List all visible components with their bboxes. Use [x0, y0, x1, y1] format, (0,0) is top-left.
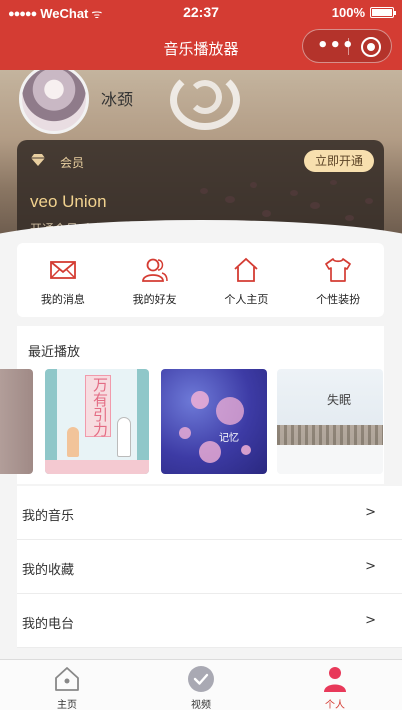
tab-profile[interactable]: 个人	[268, 660, 402, 710]
tab-label: 个人	[325, 700, 345, 710]
cover-figure-boy	[117, 417, 131, 457]
open-vip-button[interactable]: 立即开通	[304, 150, 374, 172]
mini-program-capsule: •••	[302, 29, 392, 63]
cover-figure-girl	[67, 427, 79, 457]
close-program-icon[interactable]	[361, 37, 381, 57]
home-icon	[234, 257, 258, 282]
tab-label: 视频	[191, 700, 211, 710]
chevron-right-icon: >	[365, 505, 376, 520]
recent-covers: 万有引力 记忆 失眠	[0, 369, 402, 475]
status-right: 100%	[331, 5, 396, 20]
nav-bar: 音乐播放器 •••	[0, 26, 402, 70]
action-personal-theme[interactable]: 个性装扮	[292, 243, 384, 317]
chevron-right-icon: >	[365, 613, 376, 628]
battery-icon	[370, 7, 396, 18]
action-label: 个性装扮	[316, 293, 361, 306]
battery-fill	[372, 9, 392, 16]
profile-banner: 冰颈 会员 立即开通 veo Union 开通会员听歌，撸代码	[0, 70, 402, 240]
cover-title: 失眠	[327, 393, 352, 407]
album-cover-wanyouyinli[interactable]: 万有引力	[45, 369, 149, 474]
bubble-decoration	[216, 397, 244, 425]
vip-label: 会员	[60, 156, 85, 170]
tab-bar: 主页 视频 个人	[0, 659, 402, 710]
chevron-right-icon: >	[365, 559, 376, 574]
cover-floor	[45, 460, 149, 474]
tshirt-icon	[325, 258, 351, 282]
action-personal-home[interactable]: 个人主页	[201, 243, 293, 317]
cover-treeline	[277, 425, 383, 445]
bubble-decoration	[199, 441, 221, 463]
person-icon	[324, 667, 346, 692]
friends-icon	[141, 258, 168, 282]
envelope-icon	[49, 261, 76, 279]
tab-home[interactable]: 主页	[0, 660, 134, 710]
cover-window-right	[137, 369, 149, 474]
capsule-divider	[348, 38, 349, 55]
bubble-decoration	[241, 445, 251, 455]
vip-title: veo Union	[30, 192, 107, 211]
menu-item-my-music[interactable]: 我的音乐 >	[17, 486, 402, 540]
quick-actions: 我的消息 我的好友 个人主页 个性装扮	[17, 243, 384, 317]
banner-swirl-decoration-inner	[188, 80, 222, 114]
menu-label: 我的电台	[22, 617, 75, 632]
bubble-decoration	[191, 391, 209, 409]
diamond-icon	[31, 154, 45, 166]
menu-label: 我的收藏	[22, 563, 75, 578]
avatar[interactable]	[19, 70, 89, 134]
menu-label: 我的音乐	[22, 509, 75, 524]
cover-window-left	[45, 369, 57, 474]
album-cover-bubbles[interactable]: 记忆	[161, 369, 267, 474]
menu-item-my-favorites[interactable]: 我的收藏 >	[17, 540, 402, 594]
cover-snow-ground	[277, 445, 383, 474]
username: 冰颈	[101, 90, 134, 109]
status-bar: ●●●●● WeChat ᯤ 22:37 100%	[0, 0, 402, 26]
action-label: 个人主页	[224, 293, 269, 306]
action-label: 我的消息	[40, 293, 85, 306]
check-circle-icon	[188, 666, 214, 692]
action-label: 我的好友	[132, 293, 177, 306]
page: ●●●●● WeChat ᯤ 22:37 100% 音乐播放器 ••• 冰颈 会…	[0, 0, 402, 710]
tab-video[interactable]: 视频	[134, 660, 268, 710]
cover-title: 记忆	[219, 433, 239, 444]
action-my-messages[interactable]: 我的消息	[17, 243, 109, 317]
menu-item-my-radio[interactable]: 我的电台 >	[17, 594, 402, 648]
menu-list: 我的音乐 > 我的收藏 > 我的电台 >	[17, 486, 402, 648]
recent-title: 最近播放	[28, 345, 81, 360]
cover-title: 万有引力	[91, 377, 109, 437]
tab-label: 主页	[57, 700, 77, 710]
album-cover-partial[interactable]	[0, 369, 33, 474]
home-tab-icon	[55, 667, 79, 691]
bubble-decoration	[179, 427, 191, 439]
album-cover-winter[interactable]: 失眠	[277, 369, 383, 474]
action-my-friends[interactable]: 我的好友	[109, 243, 201, 317]
battery-percent: 100%	[331, 5, 365, 20]
